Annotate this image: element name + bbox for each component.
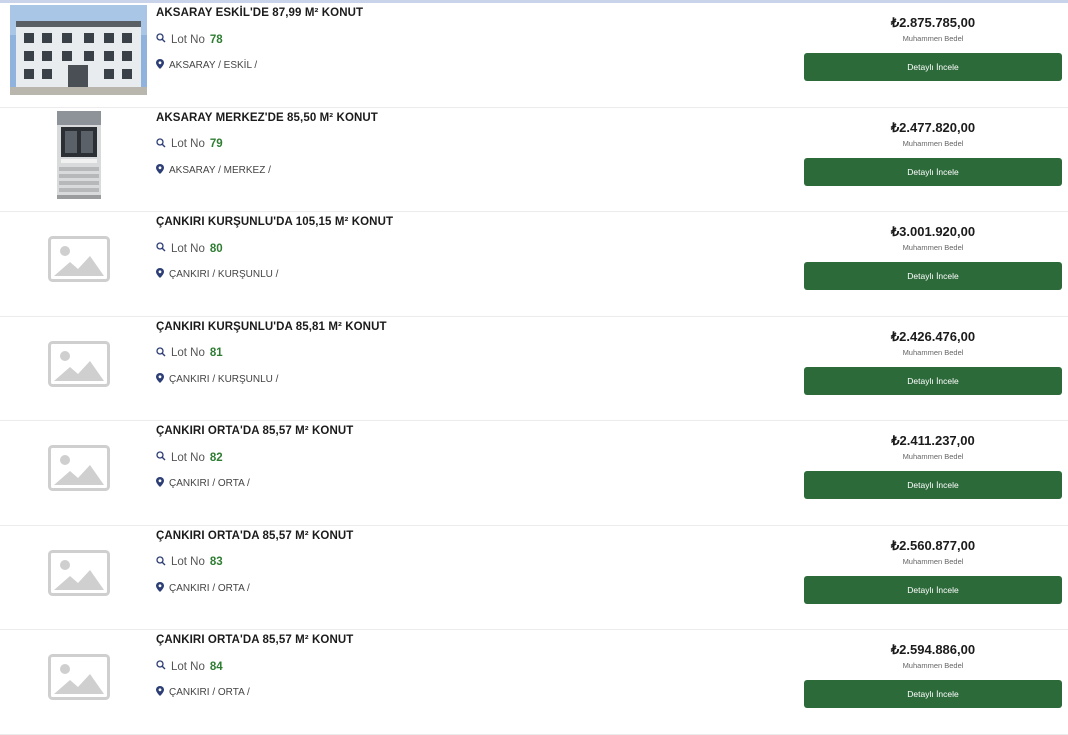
location-pin-icon <box>156 581 164 595</box>
placeholder-image-icon[interactable] <box>10 528 147 618</box>
price-caption: Muhammen Bedel <box>902 243 964 252</box>
lot-label: Lot No <box>171 138 205 150</box>
details-button[interactable]: Detaylı İncele <box>804 53 1062 81</box>
location-info: ÇANKIRI / ORTA / <box>156 686 250 699</box>
price-value: ₺2.477.820,00 <box>890 119 976 135</box>
listing-row: AKSARAY ESKİL'DE 87,99 M² KONUT Lot No 7… <box>0 3 1068 108</box>
price-value: ₺2.875.785,00 <box>890 15 976 30</box>
price-caption: Muhammen Bedel <box>902 34 964 43</box>
listing-title[interactable]: AKSARAY ESKİL'DE 87,99 M² KONUT <box>156 7 363 19</box>
price-block: ₺2.875.785,00 Muhammen Bedel <box>804 15 1062 43</box>
listing-list: AKSARAY ESKİL'DE 87,99 M² KONUT Lot No 7… <box>0 3 1068 735</box>
lot-number: 84 <box>209 660 223 673</box>
listing-photo[interactable] <box>10 5 147 95</box>
listing-photo[interactable] <box>10 110 147 200</box>
lot-label: Lot No <box>171 660 205 673</box>
lot-info: Lot No 80 <box>156 242 223 255</box>
listing-title[interactable]: ÇANKIRI KURŞUNLU'DA 105,15 M² KONUT <box>156 216 393 228</box>
location-text: ÇANKIRI / KURŞUNLU / <box>169 373 279 385</box>
price-block: ₺2.477.820,00 Muhammen Bedel <box>804 120 1062 148</box>
lot-info: Lot No 84 <box>156 660 223 673</box>
lot-info: Lot No 79 <box>156 137 223 151</box>
location-text: ÇANKIRI / ORTA / <box>169 687 250 698</box>
lot-label: Lot No <box>171 33 205 46</box>
lot-number: 82 <box>209 451 223 464</box>
search-icon <box>156 33 166 46</box>
price-block: ₺3.001.920,00 Muhammen Bedel <box>804 224 1062 252</box>
location-pin-icon <box>156 686 164 699</box>
price-block: ₺2.411.237,00 Muhammen Bedel <box>804 433 1062 461</box>
listing-title[interactable]: ÇANKIRI ORTA'DA 85,57 M² KONUT <box>156 530 353 542</box>
listing-title[interactable]: AKSARAY MERKEZ'DE 85,50 M² KONUT <box>156 112 378 124</box>
search-icon <box>156 451 166 464</box>
price-caption: Muhammen Bedel <box>902 452 964 461</box>
location-pin-icon <box>156 477 164 490</box>
listing-title[interactable]: ÇANKIRI KURŞUNLU'DA 85,81 M² KONUT <box>156 321 387 333</box>
placeholder-image-icon[interactable] <box>10 423 147 513</box>
location-text: ÇANKIRI / ORTA / <box>169 478 250 489</box>
lot-info: Lot No 82 <box>156 451 223 464</box>
search-icon <box>156 660 166 673</box>
price-caption: Muhammen Bedel <box>902 347 964 357</box>
lot-label: Lot No <box>171 347 205 359</box>
placeholder-image-icon[interactable] <box>10 319 147 409</box>
price-caption: Muhammen Bedel <box>902 661 964 670</box>
listing-row: ÇANKIRI ORTA'DA 85,57 M² KONUT Lot No 84… <box>0 630 1068 735</box>
price-block: ₺2.426.476,00 Muhammen Bedel <box>804 329 1062 357</box>
lot-label: Lot No <box>171 242 205 255</box>
lot-info: Lot No 83 <box>156 555 223 569</box>
listing-title[interactable]: ÇANKIRI ORTA'DA 85,57 M² KONUT <box>156 634 353 646</box>
price-value: ₺3.001.920,00 <box>890 224 976 239</box>
location-pin-icon <box>156 59 164 72</box>
lot-number: 80 <box>209 242 223 255</box>
search-icon <box>156 137 166 151</box>
location-info: ÇANKIRI / ORTA / <box>156 477 250 490</box>
listing-row: ÇANKIRI KURŞUNLU'DA 105,15 M² KONUT Lot … <box>0 212 1068 317</box>
location-text: AKSARAY / ESKİL / <box>169 60 258 71</box>
location-text: AKSARAY / MERKEZ / <box>169 164 271 176</box>
location-pin-icon <box>156 268 164 281</box>
details-button[interactable]: Detaylı İncele <box>804 575 1062 604</box>
location-info: ÇANKIRI / KURŞUNLU / <box>156 372 279 386</box>
listing-row: AKSARAY MERKEZ'DE 85,50 M² KONUT Lot No … <box>0 108 1068 212</box>
details-button[interactable]: Detaylı İncele <box>804 680 1062 708</box>
lot-number: 79 <box>209 138 223 150</box>
lot-number: 78 <box>209 33 223 46</box>
lot-number: 83 <box>209 556 223 568</box>
price-value: ₺2.411.237,00 <box>891 433 975 448</box>
price-block: ₺2.560.877,00 Muhammen Bedel <box>804 538 1062 566</box>
location-pin-icon <box>156 372 164 386</box>
location-text: ÇANKIRI / KURŞUNLU / <box>169 269 279 280</box>
location-text: ÇANKIRI / ORTA / <box>169 582 250 594</box>
location-info: AKSARAY / MERKEZ / <box>156 163 271 177</box>
price-block: ₺2.594.886,00 Muhammen Bedel <box>804 642 1062 670</box>
details-button[interactable]: Detaylı İncele <box>804 471 1062 499</box>
lot-label: Lot No <box>171 556 205 568</box>
location-info: ÇANKIRI / ORTA / <box>156 581 250 595</box>
search-icon <box>156 555 166 569</box>
location-info: AKSARAY / ESKİL / <box>156 59 257 72</box>
search-icon <box>156 242 166 255</box>
lot-number: 81 <box>209 347 223 359</box>
price-value: ₺2.426.476,00 <box>890 328 976 344</box>
placeholder-image-icon[interactable] <box>10 214 147 304</box>
location-pin-icon <box>156 163 164 177</box>
details-button[interactable]: Detaylı İncele <box>804 366 1062 395</box>
price-value: ₺2.560.877,00 <box>890 537 976 553</box>
details-button[interactable]: Detaylı İncele <box>804 262 1062 290</box>
listing-row: ÇANKIRI ORTA'DA 85,57 M² KONUT Lot No 82… <box>0 421 1068 526</box>
lot-label: Lot No <box>171 451 205 464</box>
lot-info: Lot No 78 <box>156 33 223 46</box>
listing-row: ÇANKIRI ORTA'DA 85,57 M² KONUT Lot No 83… <box>0 526 1068 630</box>
details-button[interactable]: Detaylı İncele <box>804 157 1062 186</box>
placeholder-image-icon[interactable] <box>10 632 147 722</box>
price-caption: Muhammen Bedel <box>902 138 964 148</box>
search-icon <box>156 346 166 360</box>
listing-title[interactable]: ÇANKIRI ORTA'DA 85,57 M² KONUT <box>156 425 353 437</box>
lot-info: Lot No 81 <box>156 346 223 360</box>
price-caption: Muhammen Bedel <box>902 556 964 566</box>
location-info: ÇANKIRI / KURŞUNLU / <box>156 268 278 281</box>
listing-row: ÇANKIRI KURŞUNLU'DA 85,81 M² KONUT Lot N… <box>0 317 1068 421</box>
price-value: ₺2.594.886,00 <box>890 642 976 657</box>
